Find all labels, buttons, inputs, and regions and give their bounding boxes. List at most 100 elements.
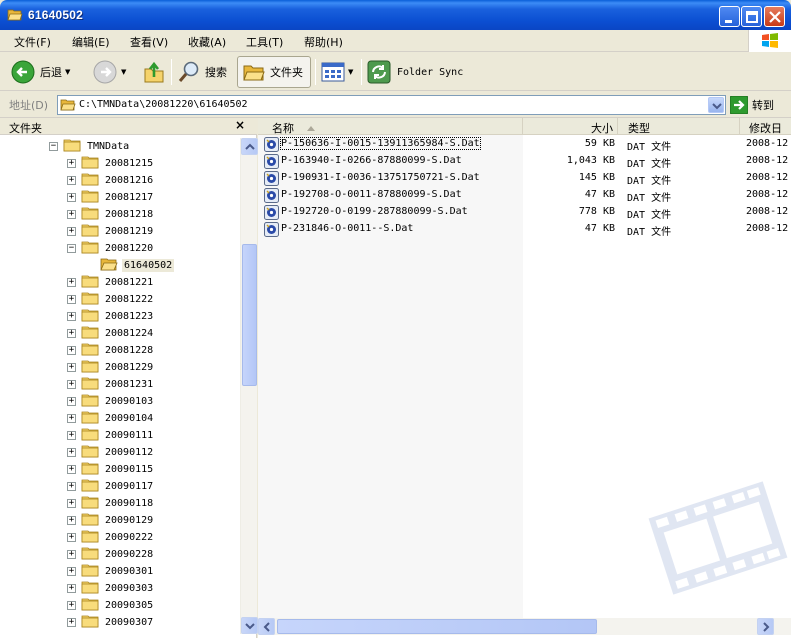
folder-pane-close-button[interactable]: × xyxy=(235,118,245,132)
file-row[interactable]: P-231846-O-0011--S.Dat 47 KB DAT 文件 2008-12 xyxy=(258,221,791,238)
folder-tree-item[interactable]: +20081219 xyxy=(67,223,155,240)
folder-sync-button[interactable]: Folder Sync xyxy=(367,56,463,88)
title-bar[interactable]: 61640502 xyxy=(0,0,791,30)
collapse-icon[interactable]: − xyxy=(49,142,58,151)
file-list-horizontal-scrollbar[interactable] xyxy=(258,618,791,635)
column-header-modified[interactable]: 修改日 xyxy=(740,118,791,135)
folders-button[interactable]: 文件夹 xyxy=(237,56,311,88)
expand-icon[interactable]: + xyxy=(67,397,76,406)
folder-tree-item[interactable]: +20081231 xyxy=(67,376,155,393)
back-button[interactable]: 后退 ▼ xyxy=(10,56,70,88)
expand-icon[interactable]: + xyxy=(67,278,76,287)
address-input[interactable]: C:\TMNData\20081220\61640502 xyxy=(57,95,726,115)
expand-icon[interactable]: + xyxy=(67,601,76,610)
expand-icon[interactable]: + xyxy=(67,363,76,372)
expand-icon[interactable]: + xyxy=(67,380,76,389)
folder-tree-item[interactable]: +20081218 xyxy=(67,206,155,223)
expand-icon[interactable]: + xyxy=(67,414,76,423)
folder-tree-item[interactable]: +20081223 xyxy=(67,308,155,325)
folder-tree-item[interactable]: +20090117 xyxy=(67,478,155,495)
address-dropdown-button[interactable] xyxy=(708,97,724,113)
scroll-right-button[interactable] xyxy=(757,618,774,635)
file-row[interactable]: P-163940-I-0266-87880099-S.Dat 1,043 KB DA… xyxy=(258,153,791,170)
expand-icon[interactable]: + xyxy=(67,176,76,185)
expand-icon[interactable]: + xyxy=(67,482,76,491)
folder-tree-item[interactable]: +20081216 xyxy=(67,172,155,189)
up-folder-button[interactable] xyxy=(142,56,166,88)
folder-tree-item[interactable]: +20081222 xyxy=(67,291,155,308)
expand-icon[interactable]: + xyxy=(67,346,76,355)
file-row[interactable]: P-190931-I-0036-13751750721-S.Dat 145 KB D… xyxy=(258,170,791,187)
file-row[interactable]: P-192720-O-0199-287880099-S.Dat 778 KB DAT… xyxy=(258,204,791,221)
views-dropdown-icon[interactable]: ▼ xyxy=(348,68,353,76)
folder-tree-item[interactable]: +20090118 xyxy=(67,495,155,512)
expand-icon[interactable]: + xyxy=(67,550,76,559)
expand-icon[interactable]: + xyxy=(67,499,76,508)
folder-tree-item[interactable]: − TMNData xyxy=(49,138,131,155)
menu-view[interactable]: 查看(V) xyxy=(130,34,168,50)
menu-edit[interactable]: 编辑(E) xyxy=(72,34,110,50)
horizontal-scroll-thumb[interactable] xyxy=(277,619,597,634)
column-header-type[interactable]: 类型 xyxy=(618,118,740,135)
scroll-up-button[interactable] xyxy=(241,138,258,155)
forward-button[interactable]: ▼ xyxy=(92,56,126,88)
scroll-down-button[interactable] xyxy=(241,617,258,634)
scroll-thumb[interactable] xyxy=(242,244,257,386)
expand-icon[interactable]: + xyxy=(67,312,76,321)
folder-tree-item[interactable]: +20081229 xyxy=(67,359,155,376)
folder-tree-item[interactable]: +20090129 xyxy=(67,512,155,529)
folder-tree-item[interactable]: +20090301 xyxy=(67,563,155,580)
collapse-icon[interactable]: − xyxy=(67,244,76,253)
folder-tree-item[interactable]: +20081221 xyxy=(67,274,155,291)
folder-tree-item[interactable]: +20081228 xyxy=(67,342,155,359)
expand-icon[interactable]: + xyxy=(67,448,76,457)
back-dropdown-icon[interactable]: ▼ xyxy=(65,68,70,76)
folder-tree-item[interactable]: +20090104 xyxy=(67,410,155,427)
menu-favorites[interactable]: 收藏(A) xyxy=(188,34,226,50)
maximize-button[interactable] xyxy=(741,6,762,27)
column-header-name[interactable]: 名称 xyxy=(258,118,523,135)
expand-icon[interactable]: + xyxy=(67,516,76,525)
expand-icon[interactable]: + xyxy=(67,465,76,474)
expand-icon[interactable]: + xyxy=(67,584,76,593)
expand-icon[interactable]: + xyxy=(67,567,76,576)
folder-tree-item[interactable]: +20081217 xyxy=(67,189,155,206)
search-button[interactable]: 搜索 xyxy=(177,56,227,88)
folder-pane-scrollbar[interactable] xyxy=(240,138,258,634)
folder-tree-item[interactable]: +20081215 xyxy=(67,155,155,172)
column-header-size[interactable]: 大小 xyxy=(523,118,618,135)
dat-file-icon xyxy=(264,222,279,240)
folder-tree-item[interactable]: +20090307 xyxy=(67,614,155,631)
go-button[interactable]: 转到 xyxy=(730,95,774,115)
menu-help[interactable]: 帮助(H) xyxy=(304,34,343,50)
folder-tree-item[interactable]: +20090222 xyxy=(67,529,155,546)
menu-file[interactable]: 文件(F) xyxy=(14,34,51,50)
close-button[interactable] xyxy=(764,6,785,27)
folder-tree-item[interactable]: +20090111 xyxy=(67,427,155,444)
folder-tree-item[interactable]: +20090103 xyxy=(67,393,155,410)
folder-tree-item[interactable]: +20090228 xyxy=(67,546,155,563)
folder-tree-item[interactable]: +20090303 xyxy=(67,580,155,597)
expand-icon[interactable]: + xyxy=(67,533,76,542)
forward-dropdown-icon[interactable]: ▼ xyxy=(121,68,126,76)
folder-tree-item[interactable]: +20090115 xyxy=(67,461,155,478)
folder-tree-item[interactable]: +20090305 xyxy=(67,597,155,614)
expand-icon[interactable]: + xyxy=(67,329,76,338)
file-row[interactable]: P-150636-I-0015-13911365984-S.Dat 59 KB DA… xyxy=(258,136,791,153)
views-button[interactable]: ▼ xyxy=(321,56,353,88)
folder-tree-item[interactable]: 61640502 xyxy=(100,257,175,274)
folder-tree-item[interactable]: − 20081220 xyxy=(67,240,155,257)
expand-icon[interactable]: + xyxy=(67,159,76,168)
expand-icon[interactable]: + xyxy=(67,193,76,202)
expand-icon[interactable]: + xyxy=(67,210,76,219)
file-row[interactable]: P-192708-O-0011-87880099-S.Dat 47 KB DAT 文… xyxy=(258,187,791,204)
folder-tree-item[interactable]: +20081224 xyxy=(67,325,155,342)
expand-icon[interactable]: + xyxy=(67,227,76,236)
menu-tools[interactable]: 工具(T) xyxy=(246,34,283,50)
expand-icon[interactable]: + xyxy=(67,431,76,440)
expand-icon[interactable]: + xyxy=(67,618,76,627)
folder-tree-item[interactable]: +20090112 xyxy=(67,444,155,461)
expand-icon[interactable]: + xyxy=(67,295,76,304)
minimize-button[interactable] xyxy=(719,6,740,27)
scroll-left-button[interactable] xyxy=(258,618,275,635)
